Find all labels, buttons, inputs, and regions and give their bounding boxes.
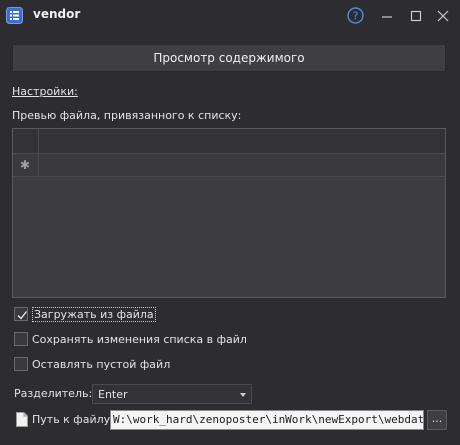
- keep-empty-file-label: Оставлять пустой файл: [32, 358, 171, 371]
- save-changes-checkbox[interactable]: [14, 332, 28, 346]
- preview-contents-button[interactable]: Просмотр содержимого: [12, 44, 446, 72]
- new-row-icon: ✱: [20, 158, 31, 172]
- minimize-icon[interactable]: [377, 6, 397, 26]
- save-changes-label: Сохранять изменения списка в файл: [32, 333, 247, 346]
- file-preview-label: Превью файла, привязанного к списку:: [12, 109, 242, 122]
- separator-select[interactable]: Enter: [92, 384, 252, 404]
- help-icon[interactable]: ?: [347, 7, 364, 24]
- title-bar: vendor ?: [0, 0, 460, 32]
- grid-corner-header: [13, 129, 39, 153]
- grid-header: [13, 129, 445, 154]
- load-from-file-label: Загружать из файла: [32, 307, 156, 322]
- svg-text:?: ?: [353, 10, 359, 23]
- grid-new-row[interactable]: ✱: [13, 154, 445, 177]
- row-header: ✱: [13, 154, 39, 176]
- file-icon: [16, 412, 28, 427]
- load-from-file-checkbox[interactable]: [14, 307, 28, 321]
- file-path-label: Путь к файлу: [32, 413, 111, 426]
- list-icon: [6, 7, 23, 24]
- separator-label: Разделитель:: [14, 387, 93, 400]
- separator-value: Enter: [98, 388, 128, 401]
- keep-empty-file-checkbox[interactable]: [14, 357, 28, 371]
- close-icon[interactable]: [433, 6, 453, 26]
- maximize-icon[interactable]: [406, 6, 426, 26]
- browse-button[interactable]: ...: [427, 410, 447, 430]
- file-preview-grid[interactable]: ✱: [12, 128, 446, 298]
- chevron-down-icon: [240, 393, 246, 397]
- file-path-input[interactable]: W:\work_hard\zenoposter\inWork\newExport…: [110, 410, 424, 430]
- window-title: vendor: [33, 7, 81, 21]
- settings-heading: Настройки:: [12, 85, 78, 98]
- checkmark-icon: [17, 311, 28, 320]
